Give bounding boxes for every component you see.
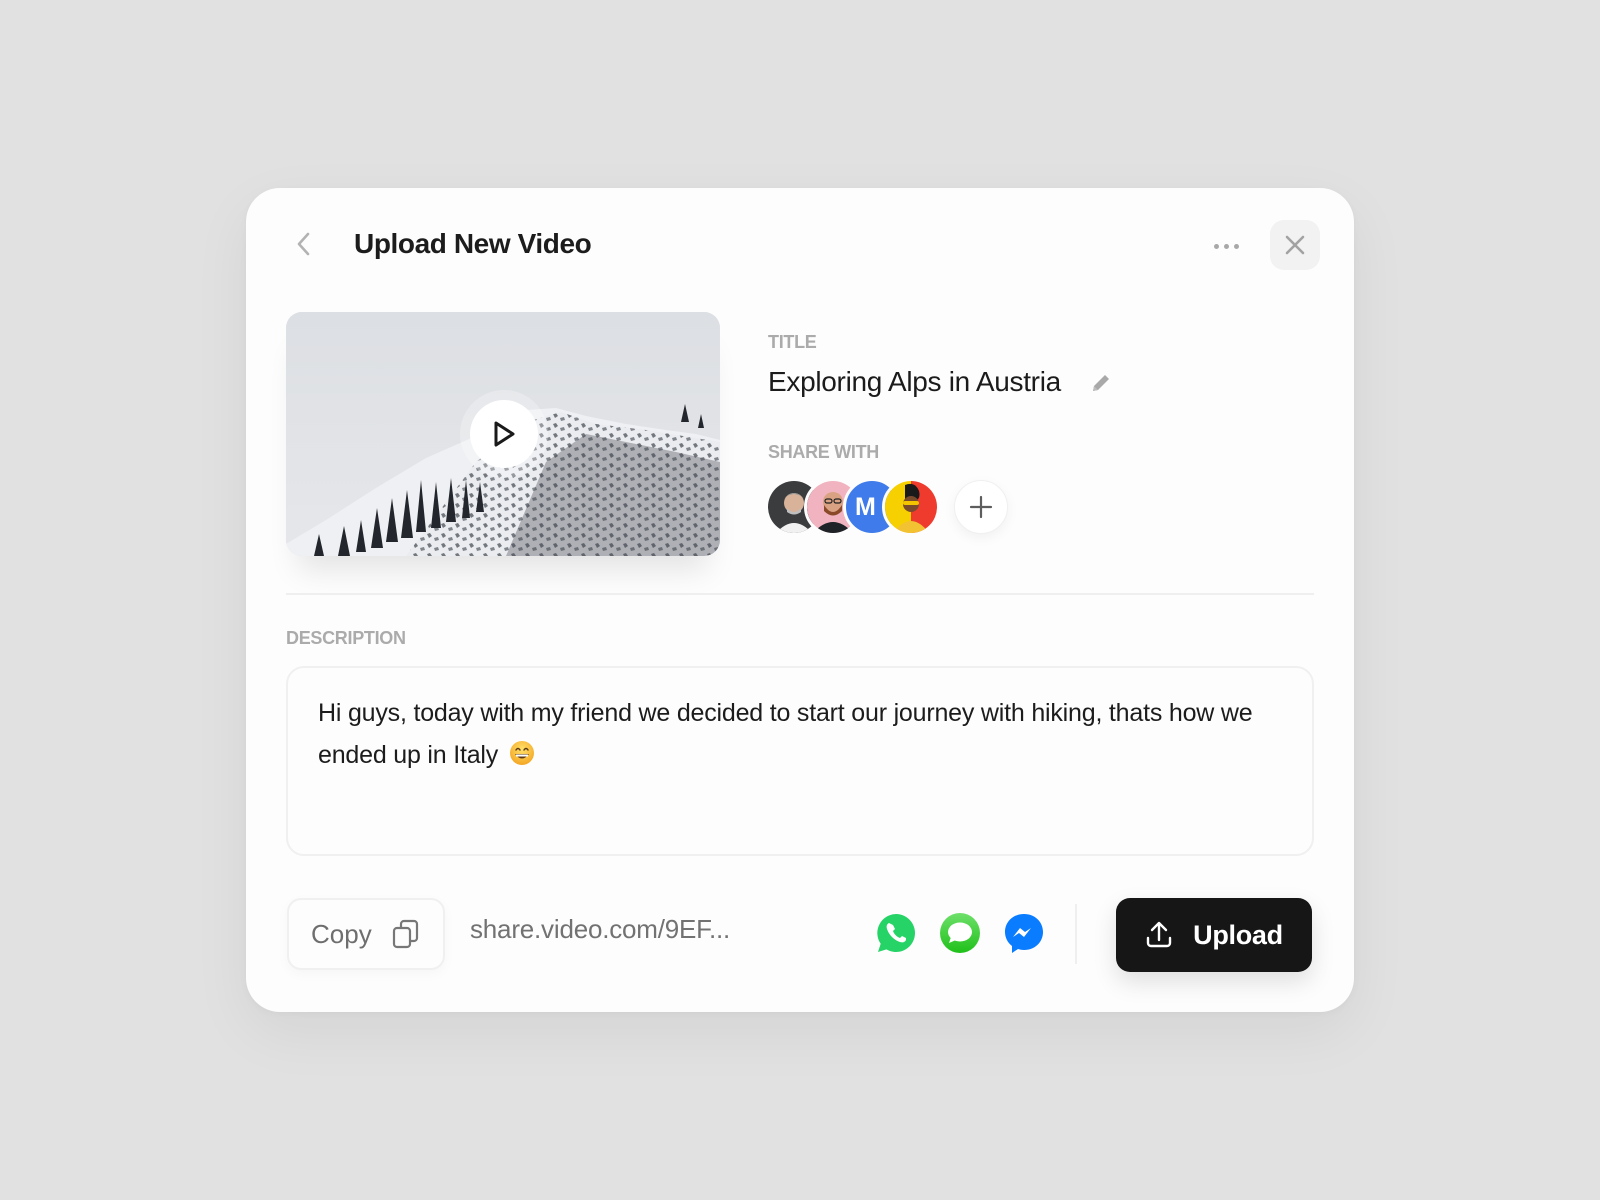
- back-button[interactable]: [290, 230, 318, 258]
- copy-label: Copy: [311, 918, 372, 949]
- more-dot: [1223, 243, 1229, 249]
- copy-icon: [392, 919, 418, 949]
- description-textarea[interactable]: Hi guys, today with my friend we decided…: [286, 666, 1314, 856]
- video-title: Exploring Alps in Austria: [768, 366, 1061, 397]
- avatar-initial: M: [855, 492, 876, 521]
- share-whatsapp-button[interactable]: [875, 912, 917, 954]
- close-icon: [1285, 235, 1305, 255]
- description-label: DESCRIPTION: [286, 628, 406, 648]
- footer-divider: [1075, 904, 1077, 964]
- share-link-text[interactable]: share.video.com/9EF...: [470, 914, 730, 945]
- upload-label: Upload: [1193, 919, 1283, 950]
- title-label: TITLE: [768, 332, 817, 352]
- section-divider: [286, 593, 1314, 595]
- play-icon: [494, 421, 515, 447]
- upload-button[interactable]: Upload: [1116, 898, 1312, 972]
- share-messages-button[interactable]: [939, 912, 981, 954]
- share-with-label: SHARE WITH: [768, 442, 879, 462]
- description-text: Hi guys, today with my friend we decided…: [318, 699, 1253, 769]
- grinning-face-emoji: [509, 741, 534, 766]
- avatar[interactable]: [882, 478, 940, 536]
- video-thumbnail[interactable]: [286, 312, 720, 556]
- messages-icon: [940, 913, 980, 953]
- chevron-left-icon: [297, 232, 310, 256]
- more-options-button[interactable]: [1208, 234, 1244, 258]
- close-button[interactable]: [1270, 220, 1320, 270]
- upload-icon: [1146, 921, 1172, 948]
- share-messenger-button[interactable]: [1003, 912, 1045, 954]
- modal-title: Upload New Video: [354, 228, 592, 259]
- edit-title-button[interactable]: [1088, 370, 1114, 396]
- add-user-button[interactable]: [954, 480, 1008, 534]
- upload-video-modal: Upload New Video TITLE Exploring Alps in…: [246, 188, 1354, 1012]
- messenger-icon: [1005, 914, 1043, 953]
- pencil-icon: [1093, 375, 1109, 391]
- play-button[interactable]: [470, 400, 538, 468]
- more-dot: [1213, 243, 1219, 249]
- whatsapp-icon: [877, 914, 915, 952]
- more-dot: [1233, 243, 1239, 249]
- user-photo: [885, 481, 937, 533]
- plus-icon: [969, 495, 993, 519]
- copy-link-button[interactable]: Copy: [287, 898, 445, 970]
